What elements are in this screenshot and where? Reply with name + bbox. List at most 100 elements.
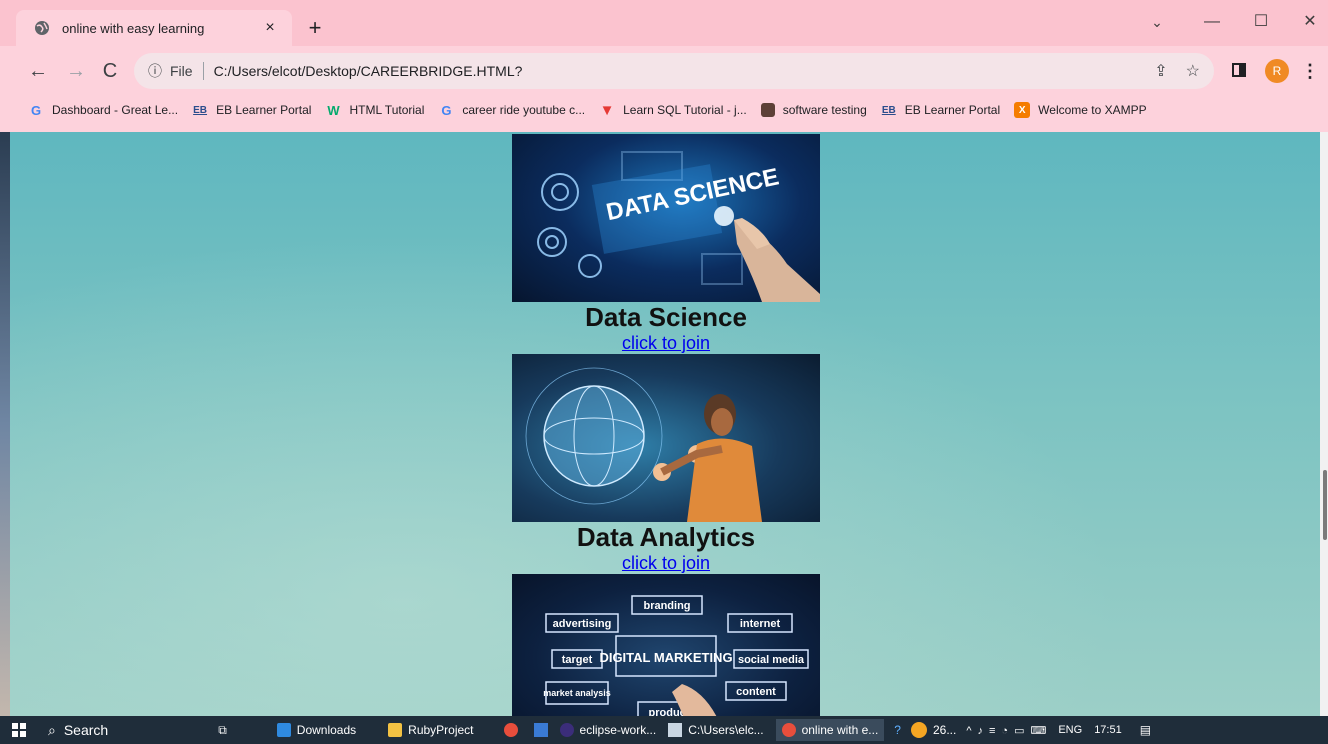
bookmark-item[interactable]: ▼ Learn SQL Tutorial - j... <box>599 101 747 119</box>
bookmark-item[interactable]: EB EB Learner Portal <box>192 102 311 118</box>
taskbar-app-active[interactable]: online with e... <box>775 719 885 741</box>
xampp-icon: X <box>1014 102 1031 118</box>
clock-time: 17:51 <box>1094 724 1122 736</box>
dm-keyword: social media <box>738 654 805 666</box>
cube-icon <box>760 103 775 117</box>
url-text[interactable]: C:/Users/elcot/Desktop/CAREERBRIDGE.HTML… <box>214 63 1137 79</box>
language-text: ENG <box>1058 724 1083 736</box>
clock[interactable]: 17:51 <box>1094 724 1122 736</box>
eb-icon: EB <box>193 104 208 116</box>
more-menu-icon[interactable]: ⋮ <box>1300 58 1320 84</box>
digital-marketing-image: branding advertising internet target soc… <box>512 574 820 716</box>
taskbar-app-label: Downloads <box>296 723 357 737</box>
forward-arrow-icon[interactable]: → <box>62 57 90 85</box>
task-view-button[interactable]: ⧉ <box>218 723 227 738</box>
bookmark-item[interactable]: EB EB Learner Portal <box>881 102 1000 118</box>
tab-close-icon[interactable]: × <box>260 19 280 37</box>
task-view-icon: ⧉ <box>218 722 227 737</box>
profile-avatar[interactable]: R <box>1265 59 1289 83</box>
taskbar-app[interactable]: Downloads <box>276 723 357 737</box>
back-arrow-icon[interactable]: ← <box>24 57 52 85</box>
google-icon: G <box>30 102 42 118</box>
data-science-illustration: DATA SCIENCE <box>537 151 820 302</box>
data-analytics-illustration <box>525 367 762 522</box>
download-icon <box>276 723 291 737</box>
windows-taskbar: ⌕ Search ⧉ Downloads RubyProject eclipse… <box>0 716 1328 744</box>
info-icon[interactable]: ⓘ <box>148 61 162 81</box>
dm-keyword: advertising <box>553 618 612 630</box>
system-tray[interactable]: ^♪≡◔▭⌨ <box>966 724 1052 737</box>
javatpoint-icon: ▼ <box>599 101 615 119</box>
minimize-button[interactable]: — <box>1192 8 1232 36</box>
notification-icon: ▤ <box>1139 723 1152 737</box>
bookmark-item[interactable]: W HTML Tutorial <box>325 102 424 118</box>
tab-strip: online with easy learning × + ⌄ — ☐ ✕ <box>0 0 1328 46</box>
notifications-button[interactable]: ▤ <box>1140 723 1151 737</box>
digital-marketing-illustration: branding advertising internet target soc… <box>543 595 809 716</box>
eb-icon: EB <box>881 104 896 116</box>
scrollbar-thumb[interactable] <box>1323 470 1327 540</box>
bookmarks-bar: G Dashboard - Great Le... EB EB Learner … <box>0 96 1328 124</box>
chrome-icon <box>781 723 796 737</box>
dm-keyword: content <box>736 686 776 698</box>
taskbar-search[interactable]: ⌕ Search <box>48 722 108 739</box>
maximize-button[interactable]: ☐ <box>1241 8 1281 36</box>
bookmark-label: career ride youtube c... <box>462 103 586 117</box>
w3schools-icon: W <box>327 102 340 118</box>
chrome-icon <box>503 723 518 737</box>
tab-title: online with easy learning <box>62 20 205 36</box>
folder-icon <box>388 723 403 737</box>
reload-icon[interactable]: C <box>96 57 124 85</box>
bookmark-label: EB Learner Portal <box>216 103 312 117</box>
taskbar-app[interactable]: RubyProject <box>388 723 474 737</box>
course-card-digital-marketing: branding advertising internet target soc… <box>512 574 820 716</box>
background-window-edge <box>0 132 10 716</box>
taskbar-app-label: eclipse-work... <box>579 723 657 737</box>
join-link[interactable]: click to join <box>622 553 710 573</box>
bookmark-label: Learn SQL Tutorial - j... <box>623 103 747 117</box>
close-window-button[interactable]: ✕ <box>1290 8 1328 36</box>
weather-icon <box>910 722 927 738</box>
bookmark-star-icon[interactable]: ☆ <box>1186 61 1200 81</box>
bookmark-item[interactable]: G Dashboard - Great Le... <box>28 102 178 118</box>
taskbar-chrome[interactable] <box>503 723 524 737</box>
side-panel-icon[interactable] <box>1232 63 1246 77</box>
windows-logo-icon <box>12 723 26 737</box>
help-icon: ? <box>894 723 901 737</box>
taskbar-app[interactable]: eclipse-work... <box>559 723 657 737</box>
bookmark-item[interactable]: G career ride youtube c... <box>438 102 585 118</box>
notepad-icon <box>668 723 683 737</box>
browser-toolbar: ← → C ⓘ File C:/Users/elcot/Desktop/CARE… <box>0 46 1328 96</box>
weather-text: 26... <box>932 723 957 737</box>
url-separator <box>202 62 204 80</box>
browser-tab[interactable]: online with easy learning × <box>16 10 292 46</box>
course-card-data-analytics: Data Analytics click to join <box>512 354 820 574</box>
data-analytics-image <box>512 354 820 522</box>
taskbar-app[interactable]: C:\Users\elc... <box>668 723 764 737</box>
bookmark-item[interactable]: software testing <box>760 103 867 117</box>
search-icon: ⌕ <box>48 721 56 738</box>
dm-keyword: internet <box>740 618 781 630</box>
language-indicator[interactable]: ENG <box>1058 724 1082 736</box>
weather-widget[interactable]: 26... <box>910 722 957 738</box>
course-title: Data Analytics <box>576 522 756 552</box>
page-scrollbar[interactable] <box>1320 132 1328 716</box>
new-tab-button[interactable]: + <box>302 16 328 42</box>
bookmark-item[interactable]: X Welcome to XAMPP <box>1014 102 1147 118</box>
tray-icons: ^♪≡◔▭⌨ <box>966 724 1053 737</box>
page-viewport: DATA SCIENCE Data Science click to join <box>10 132 1320 716</box>
help-button[interactable]: ? <box>894 723 901 737</box>
dm-keyword: market analysis <box>543 688 611 698</box>
address-bar[interactable]: ⓘ File C:/Users/elcot/Desktop/CAREERBRID… <box>134 53 1214 89</box>
bookmark-label: HTML Tutorial <box>349 103 425 117</box>
join-link[interactable]: click to join <box>622 333 710 353</box>
bookmark-label: EB Learner Portal <box>904 103 1001 117</box>
share-icon[interactable]: ⇪ <box>1154 61 1167 81</box>
bookmark-label: Welcome to XAMPP <box>1038 103 1147 117</box>
tab-search-button[interactable]: ⌄ <box>1137 8 1177 36</box>
taskbar-search-label: Search <box>63 722 109 738</box>
mail-icon <box>533 723 548 737</box>
taskbar-mail[interactable] <box>533 723 554 737</box>
start-button[interactable] <box>12 723 26 737</box>
bookmark-label: Dashboard - Great Le... <box>52 103 179 117</box>
